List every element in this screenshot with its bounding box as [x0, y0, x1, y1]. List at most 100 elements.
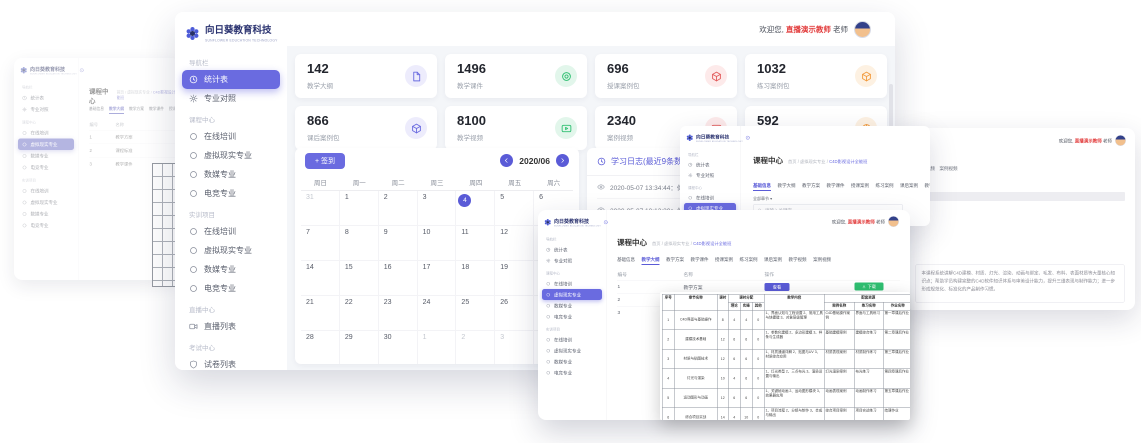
download-button[interactable]: 下载: [855, 283, 884, 291]
calendar-day[interactable]: 7: [301, 226, 340, 261]
calendar-day[interactable]: 29: [340, 331, 379, 364]
sidebar-item[interactable]: 专业对照: [182, 89, 280, 108]
sidebar-item[interactable]: 在线培训: [542, 278, 602, 289]
user-avatar[interactable]: [854, 21, 871, 38]
calendar-day[interactable]: 3: [495, 331, 534, 364]
sidebar-item[interactable]: 数媒专业: [18, 150, 74, 162]
calendar-day[interactable]: 2: [379, 191, 418, 226]
calendar-day[interactable]: 15: [340, 261, 379, 296]
sidebar-item[interactable]: 电竞专业: [182, 279, 280, 298]
calendar-day[interactable]: 14: [301, 261, 340, 296]
calendar-day[interactable]: 28: [301, 331, 340, 364]
tab-3[interactable]: 教学方案: [802, 182, 820, 191]
tab-7[interactable]: 课后案例: [764, 256, 782, 265]
collapse-sidebar-icon[interactable]: [603, 220, 608, 225]
sidebar-item[interactable]: 专业对照: [542, 255, 602, 266]
sidebar-item[interactable]: 数媒专业: [542, 356, 602, 367]
calendar-day[interactable]: 1: [340, 191, 379, 226]
calendar-next-button[interactable]: [556, 154, 569, 167]
chapter-filter-dropdown[interactable]: 全部章节 ▾: [753, 196, 772, 202]
tab-7[interactable]: 课后案例: [900, 182, 918, 191]
sidebar-item[interactable]: 专业对照: [684, 170, 736, 181]
collapse-sidebar-icon[interactable]: [745, 136, 750, 141]
sidebar-item[interactable]: 在线培训: [18, 127, 74, 139]
sidebar-item[interactable]: 数媒专业: [542, 300, 602, 311]
sidebar-item[interactable]: 试卷列表: [182, 355, 280, 370]
sidebar-item[interactable]: 电竞专业: [542, 311, 602, 322]
calendar-day[interactable]: 12: [495, 226, 534, 261]
tab-2[interactable]: 教学大纲: [109, 106, 124, 114]
tab-5[interactable]: 授课案例: [851, 182, 869, 191]
sidebar-item[interactable]: 专业对照: [18, 104, 74, 116]
sidebar-item[interactable]: 在线培训: [542, 334, 602, 345]
user-avatar[interactable]: [1115, 135, 1126, 146]
clock-icon: [688, 163, 693, 168]
calendar-day[interactable]: 8: [340, 226, 379, 261]
calendar-day[interactable]: 11: [456, 226, 495, 261]
tab-3[interactable]: 教学方案: [666, 256, 684, 265]
tab-3[interactable]: 教学方案: [129, 106, 144, 114]
calendar-day[interactable]: 18: [456, 261, 495, 296]
sidebar-item-label: 电竞专业: [554, 369, 572, 376]
calendar-day[interactable]: 26: [495, 296, 534, 331]
calendar-day[interactable]: 19: [495, 261, 534, 296]
calendar-day[interactable]: 10: [418, 226, 457, 261]
sidebar-item[interactable]: 数媒专业: [182, 165, 280, 184]
sidebar-item[interactable]: 数媒专业: [182, 260, 280, 279]
sidebar-item[interactable]: 虚拟现实专业: [182, 146, 280, 165]
calendar-day[interactable]: 17: [418, 261, 457, 296]
sidebar-item[interactable]: 电竞专业: [542, 367, 602, 378]
sidebar-item[interactable]: 直播列表: [182, 317, 280, 336]
sidebar-item[interactable]: 统计表: [18, 92, 74, 104]
calendar-day[interactable]: 23: [379, 296, 418, 331]
tab-2[interactable]: 教学大纲: [778, 182, 796, 191]
sidebar-item[interactable]: 虚拟现实专业: [542, 289, 602, 300]
calendar-day[interactable]: 31: [301, 191, 340, 226]
calendar-day[interactable]: 4: [456, 191, 495, 226]
tab-1[interactable]: 基础信息: [617, 256, 635, 265]
calendar-day[interactable]: 16: [379, 261, 418, 296]
tab-8[interactable]: 教学视频: [925, 182, 930, 191]
sidebar-item[interactable]: 统计表: [684, 160, 736, 171]
sidebar-item[interactable]: 虚拟现实专业: [18, 197, 74, 209]
tab-4[interactable]: 教学课件: [149, 106, 164, 114]
tab-4[interactable]: 教学课件: [827, 182, 845, 191]
tab-9[interactable]: 案例视频: [813, 256, 831, 265]
calendar-prev-button[interactable]: [500, 154, 513, 167]
sidebar-item[interactable]: 虚拟现实专业: [542, 345, 602, 356]
sidebar-item[interactable]: 统计表: [542, 244, 602, 255]
calendar-day[interactable]: 21: [301, 296, 340, 331]
sidebar-item[interactable]: 虚拟现实专业: [182, 241, 280, 260]
sidebar-item[interactable]: 统计表: [182, 70, 280, 89]
sidebar-item[interactable]: 在线培训: [684, 193, 736, 204]
user-avatar[interactable]: [888, 216, 899, 227]
tab-5[interactable]: 授课案例: [715, 256, 733, 265]
calendar-day[interactable]: 3: [418, 191, 457, 226]
sidebar-item[interactable]: 在线培训: [18, 185, 74, 197]
calendar-day[interactable]: 25: [456, 296, 495, 331]
calendar-day[interactable]: 5: [495, 191, 534, 226]
tab-8[interactable]: 教学视频: [789, 256, 807, 265]
tab-6[interactable]: 练习案例: [876, 182, 894, 191]
tab-1[interactable]: 基础信息: [753, 182, 771, 191]
calendar-day[interactable]: 1: [418, 331, 457, 364]
tab-6[interactable]: 练习案例: [740, 256, 758, 265]
sidebar-item[interactable]: 在线培训: [182, 127, 280, 146]
calendar-day[interactable]: 30: [379, 331, 418, 364]
calendar-day[interactable]: 24: [418, 296, 457, 331]
tab-4[interactable]: 教学课件: [691, 256, 709, 265]
view-button[interactable]: 查看: [765, 283, 790, 291]
sidebar-item[interactable]: 虚拟现实专业: [18, 139, 74, 151]
tab-2[interactable]: 教学大纲: [642, 256, 660, 265]
sidebar-item[interactable]: 数媒专业: [18, 208, 74, 220]
sidebar-item[interactable]: 在线培训: [182, 222, 280, 241]
sidebar-item[interactable]: 电竞专业: [18, 220, 74, 232]
calendar-day[interactable]: 22: [340, 296, 379, 331]
calendar-day[interactable]: 2: [456, 331, 495, 364]
sidebar-item[interactable]: 电竞专业: [18, 162, 74, 174]
brand-subtitle: SUNFLOWER EDUCATION TECHNOLOGY: [30, 73, 77, 76]
tab-1[interactable]: 基础信息: [89, 106, 104, 114]
calendar-day[interactable]: 9: [379, 226, 418, 261]
sidebar-item[interactable]: 电竞专业: [182, 184, 280, 203]
signin-button[interactable]: + 签到: [305, 153, 345, 169]
